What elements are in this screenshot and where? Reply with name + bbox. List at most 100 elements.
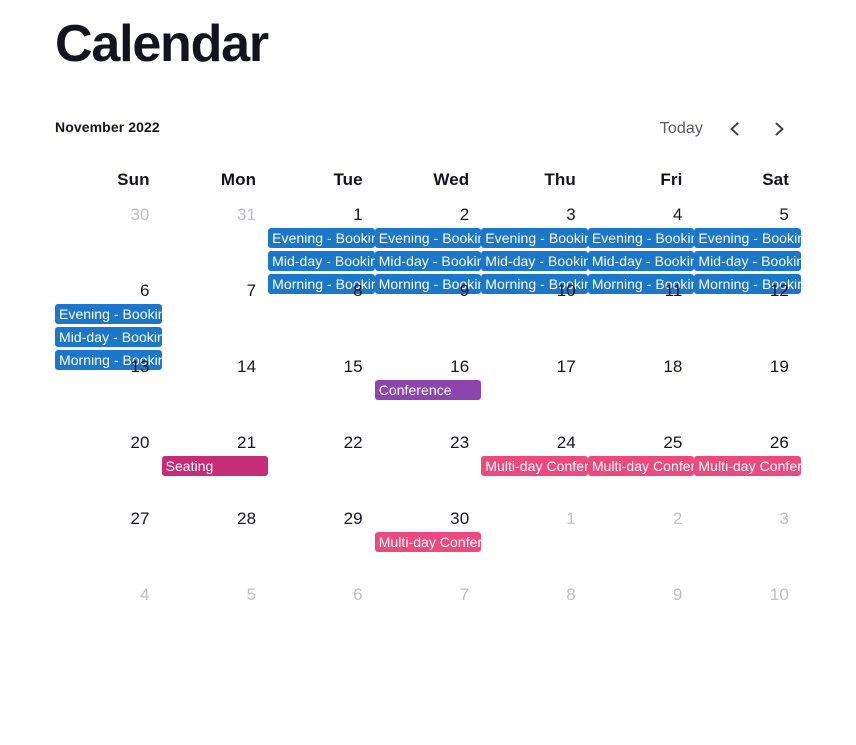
day-cell[interactable]: 23 — [375, 430, 482, 506]
day-number: 10 — [556, 281, 576, 300]
calendar-event[interactable]: Multi-day Conference — [694, 456, 801, 476]
day-cell[interactable]: 28 — [162, 506, 269, 582]
day-cell[interactable]: 29 — [268, 506, 375, 582]
calendar-event[interactable]: Mid-day - Booking — [55, 327, 162, 347]
calendar-event[interactable]: Mid-day - Booking — [481, 251, 588, 271]
day-cell[interactable]: 12 — [694, 278, 801, 354]
day-cell[interactable]: 18 — [588, 354, 695, 430]
day-cell[interactable]: 9 — [588, 582, 695, 658]
day-cell[interactable]: 22 — [268, 430, 375, 506]
calendar-event[interactable]: Evening - Booking — [55, 304, 162, 324]
day-number: 10 — [769, 585, 789, 604]
day-number: 6 — [353, 585, 363, 604]
day-number: 9 — [672, 585, 683, 604]
current-month-label: November 2022 — [55, 119, 160, 135]
day-cell[interactable]: 8 — [481, 582, 588, 658]
calendar-event[interactable]: Evening - Booking — [587, 228, 695, 248]
weekday-header-wed: Wed — [433, 170, 470, 189]
day-cell[interactable]: 14 — [162, 354, 269, 430]
day-cell[interactable]: 8 — [268, 278, 375, 354]
day-number: 14 — [237, 357, 257, 376]
day-cell[interactable]: 17 — [481, 354, 588, 430]
day-cell[interactable]: 1 — [481, 506, 588, 582]
day-number: 30 — [450, 509, 470, 528]
day-cell[interactable]: 5 — [162, 582, 269, 658]
calendar-grid: Sun Mon Tue Wed Thu Fri Sat 30 31 1 2 3 4 5 Evening -… — [55, 166, 801, 658]
day-number: 3 — [566, 205, 576, 224]
day-cell[interactable]: 27 — [55, 506, 162, 582]
day-number: 30 — [130, 205, 150, 224]
day-number: 6 — [140, 281, 150, 300]
day-number: 21 — [237, 433, 257, 452]
day-number: 8 — [353, 281, 363, 300]
toolbar-controls: Today — [650, 112, 801, 146]
day-number: 4 — [672, 205, 683, 224]
calendar-event[interactable]: Multi-day Conference — [481, 456, 588, 476]
day-number: 31 — [237, 205, 257, 224]
calendar-event[interactable]: Mid-day - Booking — [374, 251, 482, 271]
day-number: 4 — [140, 585, 150, 604]
day-number: 23 — [450, 433, 470, 452]
day-number: 3 — [779, 509, 789, 528]
day-cell[interactable]: 10 — [694, 582, 801, 658]
calendar-event[interactable]: Evening - Booking — [481, 228, 588, 248]
calendar-event[interactable]: Mid-day - Booking — [268, 251, 375, 271]
day-cell[interactable]: 30 — [55, 202, 162, 278]
weekday-header-fri: Fri — [660, 170, 683, 189]
day-cell[interactable]: 31 — [162, 202, 269, 278]
day-number: 12 — [769, 281, 789, 300]
day-number: 19 — [769, 357, 789, 376]
day-number: 1 — [353, 205, 363, 224]
next-month-button[interactable] — [757, 112, 801, 146]
calendar-event[interactable]: Evening - Booking — [694, 228, 801, 248]
calendar-event[interactable]: Mid-day - Booking — [587, 251, 695, 271]
day-cell[interactable]: 13 — [55, 354, 162, 430]
calendar-week-row: 6 7 8 9 10 11 12 Evening - Booking Mid-day - Boo… — [55, 278, 801, 370]
calendar-week-row: 4 5 6 7 8 9 10 — [55, 582, 801, 658]
day-cell[interactable]: 9 — [375, 278, 482, 354]
calendar-event[interactable]: Seating — [161, 456, 269, 476]
day-number: 25 — [663, 433, 683, 452]
calendar-event[interactable]: Evening - Booking — [268, 228, 375, 248]
day-number: 8 — [566, 585, 576, 604]
day-cell[interactable]: 19 — [694, 354, 801, 430]
weekday-header-thu: Thu — [544, 170, 576, 189]
day-cell[interactable]: 10 — [481, 278, 588, 354]
calendar-event[interactable]: Multi-day Conference — [587, 456, 695, 476]
day-number: 7 — [459, 585, 470, 604]
calendar-event[interactable]: Multi-day Conference — [374, 532, 482, 552]
day-number: 20 — [130, 433, 150, 452]
day-number: 15 — [343, 357, 363, 376]
day-number: 18 — [663, 357, 683, 376]
page-title: Calendar — [55, 15, 269, 73]
today-button[interactable]: Today — [650, 116, 713, 142]
calendar-event[interactable]: Evening - Booking — [374, 228, 482, 248]
weekday-header-sat: Sat — [762, 170, 789, 189]
calendar-weeks: 303112345Evening - BookingEvening - Book… — [55, 202, 801, 658]
day-cell[interactable]: 4 — [55, 582, 162, 658]
calendar-week-row: 20 21 22 23 24 25 26 Seating Multi-day Conferenc… — [55, 430, 801, 506]
day-number: 2 — [672, 509, 683, 528]
day-cell[interactable]: 7 — [162, 278, 269, 354]
day-cell[interactable]: 11 — [588, 278, 695, 354]
day-cell[interactable]: 6 — [268, 582, 375, 658]
day-cell[interactable]: 3 — [694, 506, 801, 582]
day-cell[interactable]: 15 — [268, 354, 375, 430]
day-number: 5 — [779, 205, 789, 224]
calendar-event[interactable]: Conference — [374, 380, 482, 400]
day-number: 29 — [343, 509, 363, 528]
calendar-toolbar: November 2022 Today — [55, 112, 801, 146]
weekday-header-tue: Tue — [333, 170, 363, 189]
calendar-event[interactable]: Mid-day - Booking — [694, 251, 801, 271]
day-number: 11 — [664, 281, 683, 300]
day-cell[interactable]: 20 — [55, 430, 162, 506]
day-cell[interactable]: 7 — [375, 582, 482, 658]
day-number: 24 — [556, 433, 576, 452]
day-number: 7 — [246, 281, 257, 300]
calendar-week-row: 13 14 15 16 17 18 19 Conference — [55, 354, 801, 430]
day-number: 13 — [130, 357, 150, 376]
day-cell[interactable]: 2 — [588, 506, 695, 582]
previous-month-button[interactable] — [713, 112, 757, 146]
weekday-header-sun: Sun — [117, 170, 150, 189]
calendar-week-row: 27 28 29 30 1 2 3 Multi-day Conference — [55, 506, 801, 582]
